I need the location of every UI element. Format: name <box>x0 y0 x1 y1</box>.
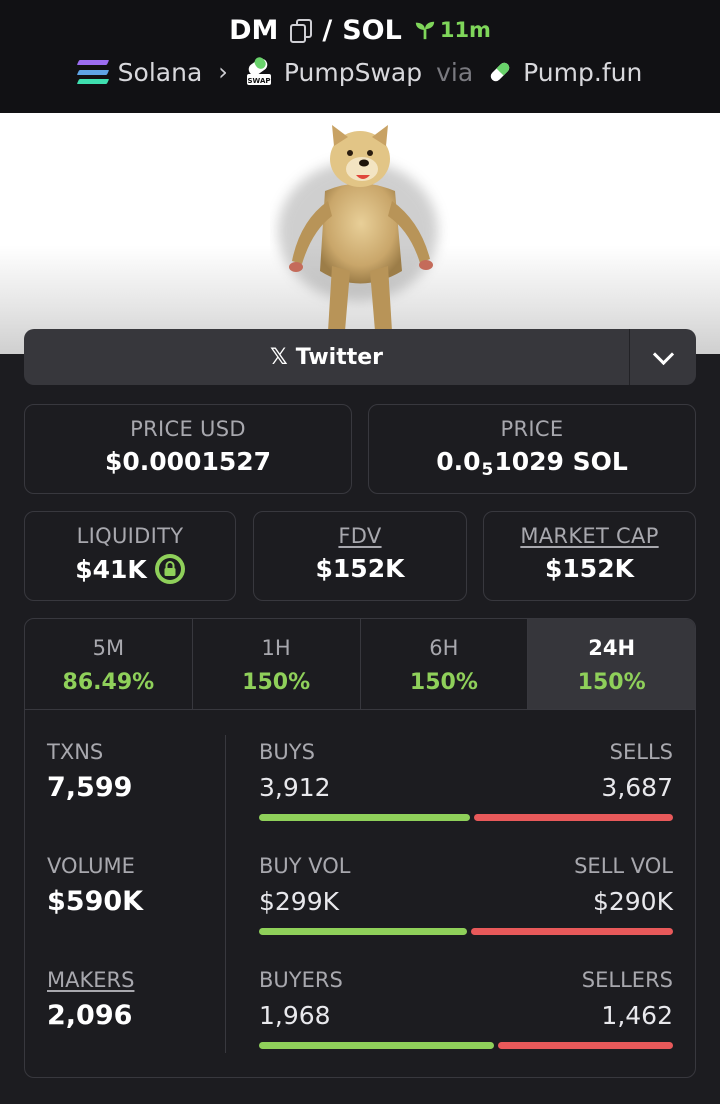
fdv-label[interactable]: FDV <box>254 524 466 548</box>
tab-1h[interactable]: 1H 150% <box>193 619 361 709</box>
sells-label: SELLS <box>609 740 673 764</box>
social-bar: 𝕏 Twitter <box>24 329 696 385</box>
via-label: via <box>436 57 474 87</box>
tab-5m[interactable]: 5M 86.49% <box>25 619 193 709</box>
launchpad-link[interactable]: Pump.fun <box>523 58 642 87</box>
tab-label: 1H <box>261 636 291 660</box>
stats-grid: TXNS 7,599 BUYS SELLS 3,912 3,687 VOLUME… <box>25 710 695 1077</box>
market-cap-value: $152K <box>545 554 634 583</box>
liquidity-label: LIQUIDITY <box>76 524 184 548</box>
sell-vol-label: SELL VOL <box>574 854 673 878</box>
tab-change: 150% <box>577 670 646 695</box>
pair-separator: / <box>322 14 333 46</box>
sellers-value: 1,462 <box>601 1001 673 1030</box>
tab-change: 86.49% <box>62 670 155 695</box>
price-native-card: PRICE 0.0 5 1029 SOL <box>368 404 696 494</box>
twitter-button[interactable]: 𝕏 Twitter <box>24 329 629 385</box>
buys-sells-bar <box>259 814 673 821</box>
svg-text:SWAP: SWAP <box>247 77 270 85</box>
tab-24h[interactable]: 24H 150% <box>528 619 695 709</box>
volume-bar <box>259 928 673 935</box>
buy-vol-label: BUY VOL <box>259 854 351 878</box>
buyers-sellers-bar <box>259 1042 673 1049</box>
sells-value: 3,687 <box>601 773 673 802</box>
tab-label: 24H <box>588 636 636 660</box>
twitter-label: Twitter <box>295 344 383 370</box>
txns-value: 7,599 <box>47 772 133 803</box>
chevron-right-icon: › <box>218 58 228 86</box>
copy-icon[interactable] <box>290 19 313 43</box>
makers-value: 2,096 <box>47 1000 133 1031</box>
liquidity-value: $41K <box>75 554 147 584</box>
x-logo-icon: 𝕏 <box>270 344 288 370</box>
sell-vol-bar-fill <box>471 928 673 935</box>
makers-row: MAKERS 2,096 BUYERS SELLERS 1,968 1,462 <box>25 968 695 1077</box>
fdv-card[interactable]: FDV $152K <box>253 511 467 601</box>
pair-title: DM / SOL 11m <box>0 12 720 48</box>
buys-value: 3,912 <box>259 773 331 802</box>
solana-icon <box>76 60 109 84</box>
token-banner <box>0 113 720 354</box>
buyers-value: 1,968 <box>259 1001 331 1030</box>
trading-stats-panel: 5M 86.49% 1H 150% 6H 150% 24H 150% TXNS … <box>24 618 696 1078</box>
makers-label[interactable]: MAKERS <box>47 968 134 992</box>
pair-age: 11m <box>414 18 491 42</box>
price-native-prefix: 0.0 <box>436 447 481 476</box>
price-native-zero-count: 5 <box>481 459 494 480</box>
fdv-value: $152K <box>315 554 405 583</box>
sells-bar-fill <box>474 814 673 821</box>
lock-icon[interactable] <box>154 554 185 584</box>
price-usd-value: $0.0001527 <box>104 447 272 476</box>
buys-bar-fill <box>259 814 470 821</box>
buyers-bar-fill <box>259 1042 494 1049</box>
timeframe-tabs: 5M 86.49% 1H 150% 6H 150% 24H 150% <box>25 619 695 710</box>
txns-row: TXNS 7,599 BUYS SELLS 3,912 3,687 <box>25 740 695 854</box>
socials-dropdown-button[interactable] <box>629 329 696 385</box>
txns-label: TXNS <box>47 740 104 764</box>
tab-change: 150% <box>409 670 478 695</box>
buy-vol-bar-fill <box>259 928 467 935</box>
sell-vol-value: $290K <box>592 887 673 916</box>
price-usd-card: PRICE USD $0.0001527 <box>24 404 352 494</box>
price-native-label: PRICE <box>500 417 564 441</box>
age-value: 11m <box>439 18 491 42</box>
sellers-label: SELLERS <box>581 968 673 992</box>
price-native-digits: 1029 SOL <box>494 447 628 476</box>
volume-value: $590K <box>47 886 144 917</box>
volume-row: VOLUME $590K BUY VOL SELL VOL $299K $290… <box>25 854 695 968</box>
tab-label: 6H <box>429 636 459 660</box>
liquidity-card: LIQUIDITY $41K <box>24 511 236 601</box>
doge-image <box>278 125 438 331</box>
buy-vol-value: $299K <box>259 887 340 916</box>
tab-6h[interactable]: 6H 150% <box>361 619 529 709</box>
quote-symbol: SOL <box>342 14 402 46</box>
pumpswap-icon: SWAP <box>246 57 271 85</box>
tab-label: 5M <box>92 636 125 660</box>
token-symbol: DM <box>229 14 279 46</box>
buys-label: BUYS <box>259 740 315 764</box>
chain-link[interactable]: Solana <box>118 58 203 87</box>
breadcrumb: Solana › SWAP PumpSwap via Pump.fun <box>0 54 720 90</box>
sellers-bar-fill <box>498 1042 673 1049</box>
dex-link[interactable]: PumpSwap <box>284 58 422 87</box>
pumpfun-icon <box>490 62 510 82</box>
pair-header: DM / SOL 11m Solana › SWAP PumpSwap via <box>0 0 720 113</box>
buyers-label: BUYERS <box>259 968 343 992</box>
sprout-icon <box>415 21 434 40</box>
price-usd-label: PRICE USD <box>130 417 246 441</box>
tab-change: 150% <box>242 670 311 695</box>
market-cap-label[interactable]: MARKET CAP <box>484 524 695 548</box>
volume-label: VOLUME <box>47 854 135 878</box>
chevron-down-icon <box>652 343 674 365</box>
market-cap-card[interactable]: MARKET CAP $152K <box>483 511 696 601</box>
